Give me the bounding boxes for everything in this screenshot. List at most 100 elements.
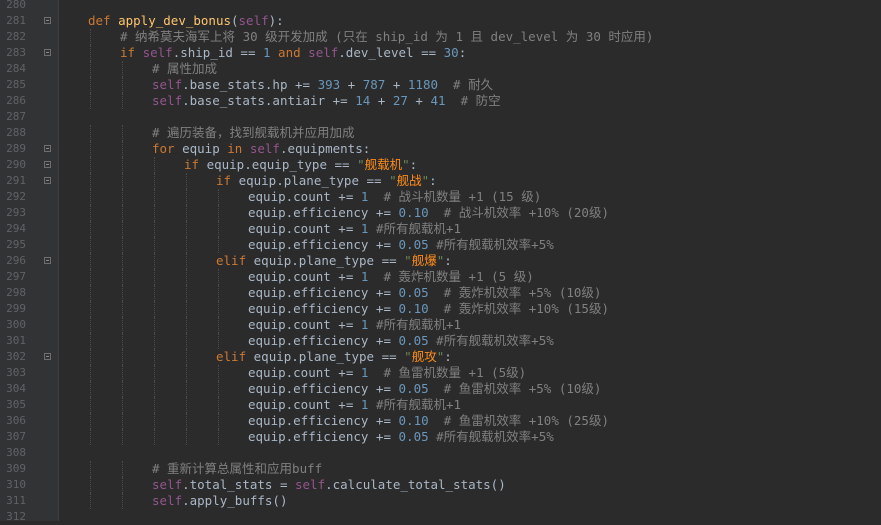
code-line[interactable]: 294 equip.count += 1 #所有舰载机+1 [0,221,881,237]
code-text[interactable]: equip.count += 1 # 鱼雷机数量 +1 (5级) [248,365,526,381]
code-editor[interactable]: 280 281 def apply_dev_bonus(self): 282 # 纳希莫… [0,0,881,523]
code-text[interactable]: if equip.equip_type == "舰载机": [184,157,417,173]
code-text[interactable]: elif equip.plane_type == "舰攻": [216,349,452,365]
code-text[interactable]: if equip.plane_type == "舰战": [216,173,437,189]
code-line[interactable]: 312 [0,509,881,525]
code-token: # 重新计算总属性和应用buff [152,461,323,476]
code-token: equip.efficiency += [248,237,399,252]
code-line[interactable]: 281 def apply_dev_bonus(self): [0,13,881,29]
code-line[interactable]: 299 equip.efficiency += 0.10 # 轰炸机效率 +10%… [0,301,881,317]
code-line[interactable]: 297 equip.count += 1 # 轰炸机数量 +1 (5 级) [0,269,881,285]
code-text[interactable]: equip.count += 1 #所有舰载机+1 [248,397,461,413]
indent-guide [90,45,91,61]
code-line[interactable]: 287 [0,109,881,125]
code-text[interactable]: equip.efficiency += 0.05 #所有舰载机效率+5% [248,333,554,349]
fold-toggle-icon[interactable] [44,177,51,184]
indent-guide [218,381,219,397]
indent-guide [90,349,91,365]
code-text[interactable]: if self.ship_id == 1 and self.dev_level … [120,45,466,61]
code-token: .calculate_total_stats() [325,477,506,492]
code-line[interactable]: 283 if self.ship_id == 1 and self.dev_lev… [0,45,881,61]
code-line[interactable]: 311 self.apply_buffs() [0,493,881,509]
code-text[interactable]: self.total_stats = self.calculate_total_… [152,477,506,493]
code-token: if [120,45,143,60]
code-token: self [152,77,183,92]
code-line[interactable]: 284 # 属性加成 [0,61,881,77]
code-text[interactable]: equip.efficiency += 0.10 # 鱼雷机效率 +10% (2… [248,413,609,429]
code-text[interactable]: equip.efficiency += 0.10 # 轰炸机效率 +10% (1… [248,301,609,317]
code-line[interactable]: 301 equip.efficiency += 0.05 #所有舰载机效率+5% [0,333,881,349]
code-line[interactable]: 303 equip.count += 1 # 鱼雷机数量 +1 (5级) [0,365,881,381]
code-text[interactable]: # 重新计算总属性和应用buff [152,461,322,477]
code-line[interactable]: 298 equip.efficiency += 0.05 # 轰炸机效率 +5% … [0,285,881,301]
line-number: 282 [6,30,26,43]
code-line[interactable]: 305 equip.count += 1 #所有舰载机+1 [0,397,881,413]
code-text[interactable]: equip.efficiency += 0.05 # 轰炸机效率 +5% (10… [248,285,601,301]
code-line[interactable]: 286 self.base_stats.antiair += 14 + 27 + … [0,93,881,109]
code-text[interactable]: equip.efficiency += 0.10 # 战斗机效率 +10% (2… [248,205,609,221]
code-text[interactable]: self.base_stats.hp += 393 + 787 + 1180 #… [152,77,493,93]
code-line[interactable]: 308 [0,445,881,461]
code-line[interactable]: 292 equip.count += 1 # 战斗机数量 +1 (15 级) [0,189,881,205]
code-text[interactable]: # 纳希莫夫海军上将 30 级开发加成 (只在 ship_id 为 1 且 de… [120,29,653,45]
indent-guide [90,429,91,445]
fold-toggle-icon[interactable] [44,145,51,152]
indent-guide [122,349,123,365]
code-token: 0.05 [398,381,429,396]
code-line[interactable]: 296 elif equip.plane_type == "舰爆": [0,253,881,269]
code-text[interactable]: self.base_stats.antiair += 14 + 27 + 41 … [152,93,501,109]
code-text[interactable]: equip.count += 1 #所有舰载机+1 [248,317,461,333]
code-token: 0.05 [398,333,429,348]
code-token: " [404,349,412,364]
code-token: equip.efficiency += [248,413,399,428]
code-token: 41 [430,93,446,108]
code-token: #所有舰载机效率+5% [428,333,554,348]
indent-guide [186,301,187,317]
code-text[interactable]: equip.efficiency += 0.05 #所有舰载机效率+5% [248,237,554,253]
indent-guide [122,157,123,173]
code-line[interactable]: 289 for equip in self.equipments: [0,141,881,157]
fold-toggle-icon[interactable] [44,17,51,24]
code-line[interactable]: 293 equip.efficiency += 0.10 # 战斗机效率 +10%… [0,205,881,221]
line-number: 303 [6,366,26,379]
code-line[interactable]: 295 equip.efficiency += 0.05 #所有舰载机效率+5% [0,237,881,253]
code-line[interactable]: 306 equip.efficiency += 0.10 # 鱼雷机效率 +10%… [0,413,881,429]
fold-toggle-icon[interactable] [44,49,51,56]
code-line[interactable]: 307 equip.efficiency += 0.05 #所有舰载机效率+5% [0,429,881,445]
code-text[interactable]: for equip in self.equipments: [152,141,370,157]
line-number: 287 [6,110,26,123]
code-token: and [270,45,309,60]
code-line[interactable]: 290 if equip.equip_type == "舰载机": [0,157,881,173]
fold-toggle-icon[interactable] [44,161,51,168]
fold-toggle-icon[interactable] [44,257,51,264]
code-text[interactable]: # 遍历装备，找到舰载机并应用加成 [152,125,355,141]
code-text[interactable]: self.apply_buffs() [152,493,287,509]
code-line[interactable]: 302 elif equip.plane_type == "舰攻": [0,349,881,365]
code-line[interactable]: 309 # 重新计算总属性和应用buff [0,461,881,477]
code-token: # 鱼雷机效率 +10% (25级) [428,413,609,428]
code-line[interactable]: 280 [0,0,881,13]
code-line[interactable]: 304 equip.efficiency += 0.05 # 鱼雷机效率 +5% … [0,381,881,397]
code-text[interactable]: equip.efficiency += 0.05 # 鱼雷机效率 +5% (10… [248,381,601,397]
code-line[interactable]: 282 # 纳希莫夫海军上将 30 级开发加成 (只在 ship_id 为 1 且… [0,29,881,45]
indent-guide [90,253,91,269]
code-token: 0.05 [398,237,429,252]
code-line[interactable]: 300 equip.count += 1 #所有舰载机+1 [0,317,881,333]
fold-toggle-icon[interactable] [44,353,51,360]
code-text[interactable]: equip.count += 1 # 轰炸机数量 +1 (5 级) [248,269,534,285]
code-line[interactable]: 310 self.total_stats = self.calculate_tot… [0,477,881,493]
code-token: .base_stats.hp += [182,77,318,92]
code-token: # 遍历装备，找到舰载机并应用加成 [152,125,355,140]
code-text[interactable]: equip.efficiency += 0.05 #所有舰载机效率+5% [248,429,554,445]
code-text[interactable]: def apply_dev_bonus(self): [88,13,284,29]
code-token: + [385,77,408,92]
code-text[interactable]: equip.count += 1 # 战斗机数量 +1 (15 级) [248,189,541,205]
code-token: 393 [317,77,341,92]
code-line[interactable]: 288 # 遍历装备，找到舰载机并应用加成 [0,125,881,141]
code-lines[interactable]: 280 281 def apply_dev_bonus(self): 282 # 纳希莫… [0,0,881,525]
code-text[interactable]: # 属性加成 [152,61,217,77]
code-text[interactable]: elif equip.plane_type == "舰爆": [216,253,452,269]
code-line[interactable]: 291 if equip.plane_type == "舰战": [0,173,881,189]
code-text[interactable]: equip.count += 1 #所有舰载机+1 [248,221,461,237]
code-line[interactable]: 285 self.base_stats.hp += 393 + 787 + 118… [0,77,881,93]
